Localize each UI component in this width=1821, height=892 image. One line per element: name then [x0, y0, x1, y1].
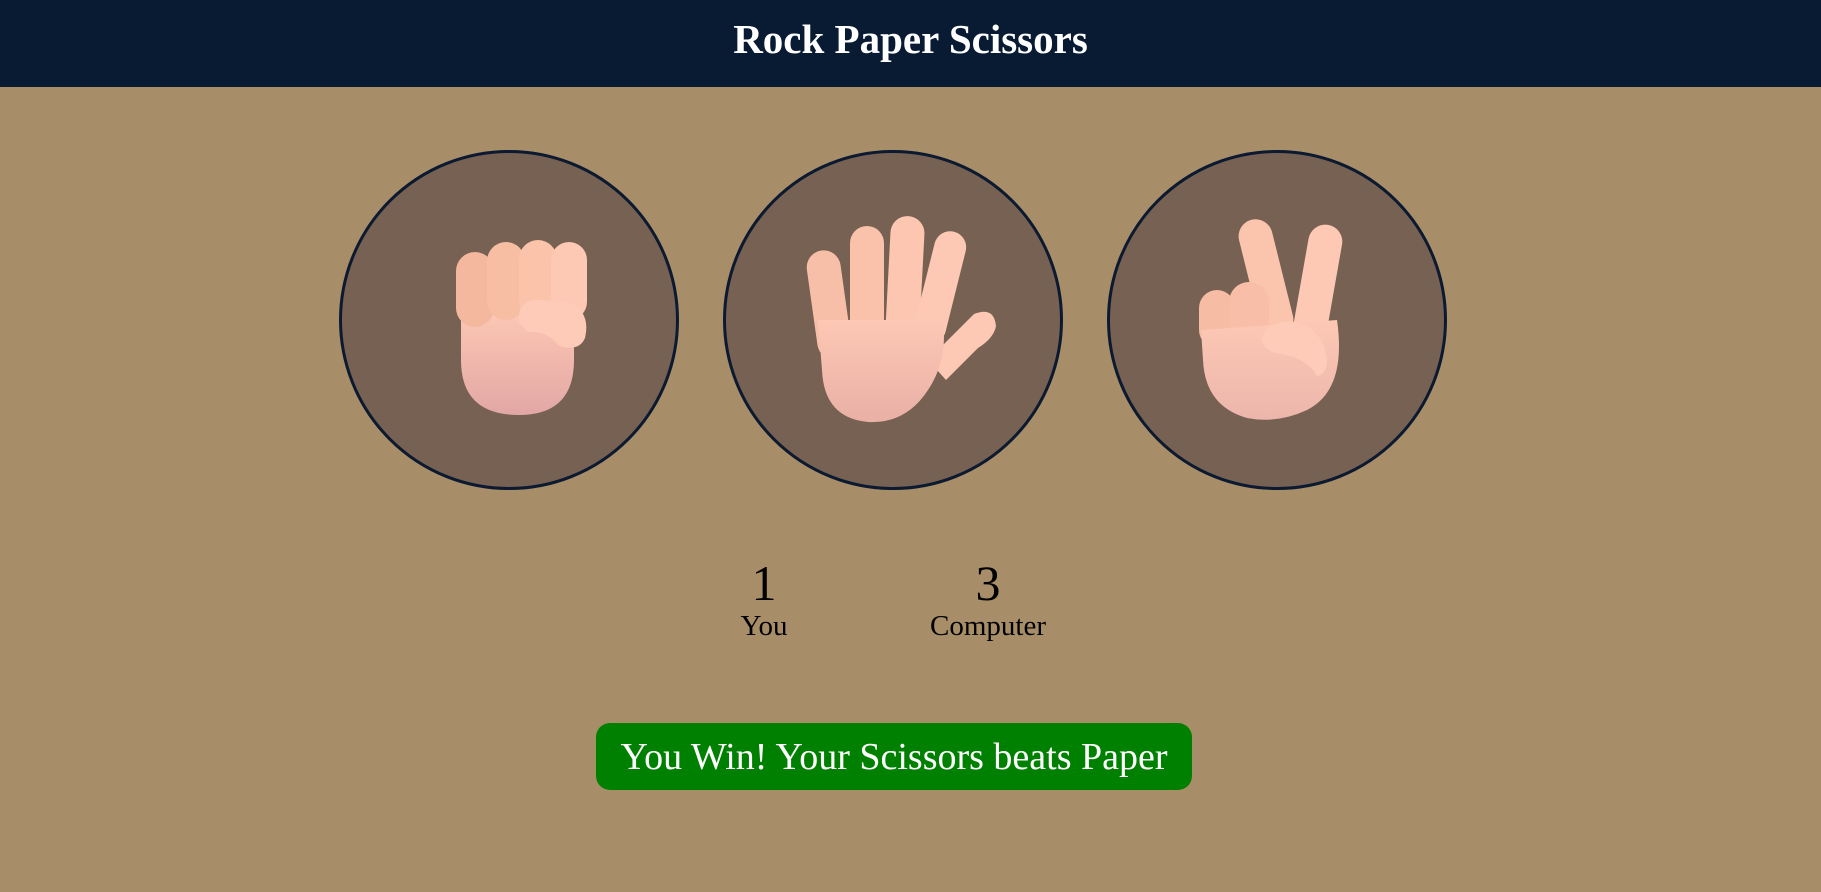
- open-hand-icon: [806, 216, 996, 423]
- user-score-value: 1: [751, 555, 777, 611]
- user-score-label: You: [740, 610, 788, 642]
- game-area: 1 You 3 Computer You Win! Your Scissors …: [0, 87, 1821, 892]
- computer-score-label: Computer: [930, 610, 1046, 642]
- computer-score-value: 3: [975, 555, 1001, 611]
- app-header: Rock Paper Scissors: [0, 0, 1821, 87]
- page-title: Rock Paper Scissors: [733, 15, 1088, 62]
- result-message: You Win! Your Scissors beats Paper: [596, 723, 1192, 790]
- computer-score: 3 Computer: [918, 557, 1058, 643]
- paper-choice-button[interactable]: [723, 150, 1063, 490]
- rock-choice-button[interactable]: [339, 150, 679, 490]
- user-score: 1 You: [724, 557, 804, 643]
- victory-hand-icon: [1199, 219, 1343, 420]
- scissors-choice-button[interactable]: [1107, 150, 1447, 490]
- fist-hand-icon: [456, 240, 587, 415]
